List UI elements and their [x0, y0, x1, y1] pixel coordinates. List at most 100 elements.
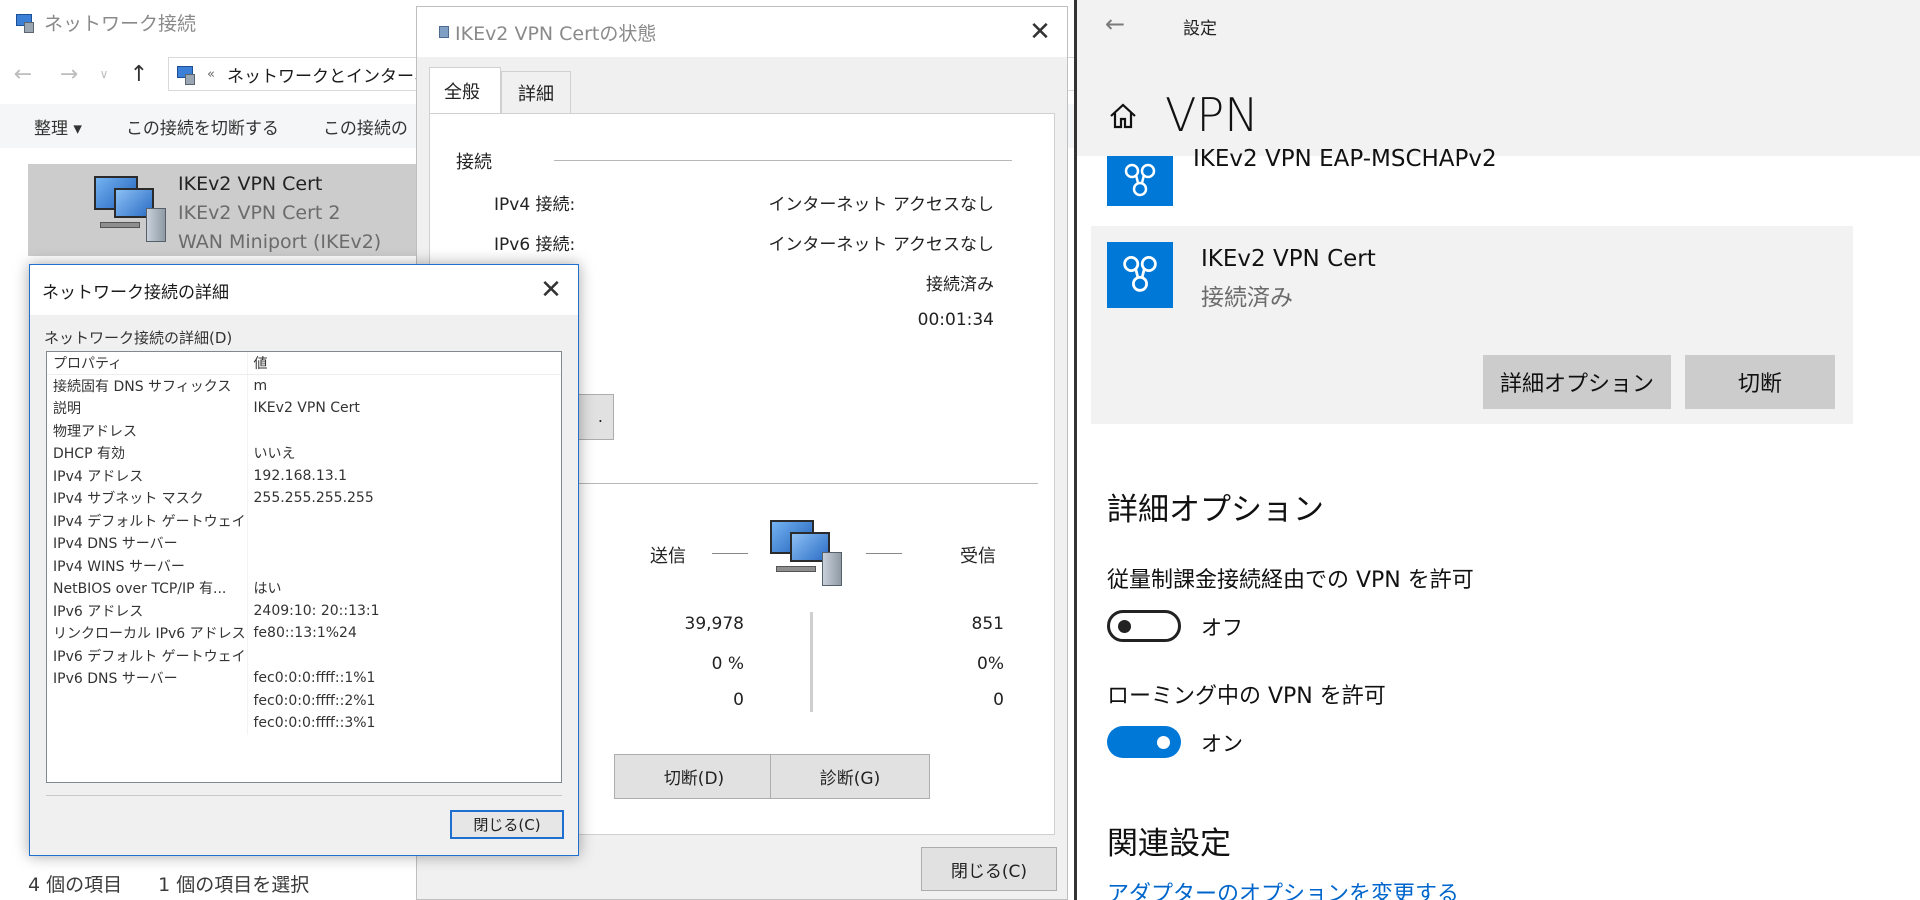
close-icon[interactable]: ✕: [1013, 7, 1067, 57]
advanced-options-heading: 詳細オプション: [1107, 492, 1324, 528]
row-property: IPv4 アドレス: [47, 464, 248, 487]
table-row[interactable]: DHCP 有効 いいえ: [47, 442, 561, 465]
up-arrow-icon[interactable]: ↑: [116, 62, 162, 87]
row-property: DHCP 有効: [47, 442, 248, 465]
row-property: IPv6 アドレス: [47, 599, 248, 622]
disconnect-button[interactable]: 切断(D): [614, 754, 774, 799]
details-button-label: .: [597, 407, 603, 426]
organize-menu[interactable]: 整理 ▾: [34, 114, 82, 139]
settings-disconnect-button[interactable]: 切断: [1685, 355, 1835, 409]
status-tabs: 全般 詳細: [429, 67, 571, 113]
table-row[interactable]: リンクローカル IPv6 アドレス fe80::13:1%24: [47, 622, 561, 645]
vpn-item-name: IKEv2 VPN Cert: [1201, 246, 1376, 272]
metered-state: オフ: [1201, 616, 1243, 640]
vpn-item-cert[interactable]: IKEv2 VPN Cert 接続済み 詳細オプション 切断: [1091, 226, 1853, 424]
table-row[interactable]: 接続固有 DNS サフィックス m: [47, 374, 561, 397]
status-close-button[interactable]: 閉じる(C): [921, 847, 1057, 891]
network-folder-icon: [14, 11, 36, 33]
table-row[interactable]: IPv4 DNS サーバー: [47, 532, 561, 555]
truncated-command[interactable]: この接続の: [323, 114, 408, 139]
tab-general[interactable]: 全般: [429, 67, 501, 113]
disconnect-command[interactable]: この接続を切断する: [126, 114, 279, 139]
table-row[interactable]: IPv4 サブネット マスク 255.255.255.255: [47, 487, 561, 510]
connection-device: IKEv2 VPN Cert 2: [178, 202, 341, 224]
ipv6-connectivity-row: IPv6 接続: インターネット アクセスなし: [494, 230, 994, 255]
page-title: VPN: [1165, 88, 1259, 142]
table-row[interactable]: IPv6 デフォルト ゲートウェイ: [47, 644, 561, 667]
media-state-value: 接続済み: [926, 275, 994, 295]
details-table: プロパティ 値 接続固有 DNS サフィックス m 説明 IKEv2 VPN Cer…: [47, 352, 561, 735]
row-value: [247, 532, 561, 555]
row-value: fe80::13:1%24: [253, 625, 357, 642]
diagnose-button[interactable]: 診断(G): [770, 754, 930, 799]
table-row[interactable]: IPv4 WINS サーバー: [47, 554, 561, 577]
back-arrow-icon[interactable]: ←: [0, 62, 46, 87]
row-value: いいえ: [253, 446, 296, 463]
value-column-header[interactable]: 値: [247, 352, 561, 375]
activity-computer-icon: [766, 512, 846, 592]
details-close-button[interactable]: 閉じる(C): [450, 810, 564, 839]
table-row[interactable]: 物理アドレス: [47, 419, 561, 442]
row-value: 192.168.13.1: [253, 467, 348, 484]
errors-sent: 0: [733, 690, 744, 710]
settings-app-title: 設定: [1183, 19, 1217, 39]
ipv4-connectivity-row: IPv4 接続: インターネット アクセスなし: [494, 190, 994, 215]
roaming-label: ローミング中の VPN を許可: [1107, 684, 1386, 709]
advanced-options-button[interactable]: 詳細オプション: [1483, 355, 1671, 409]
row-property: IPv4 サブネット マスク: [47, 487, 248, 510]
table-row[interactable]: fec0:0:0:ffff::3%1: [47, 712, 561, 735]
activity-column-divider: [810, 612, 813, 712]
settings-header: ← 設定 VPN: [1077, 0, 1920, 156]
details-list[interactable]: プロパティ 値 接続固有 DNS サフィックス m 説明 IKEv2 VPN Cer…: [46, 351, 562, 783]
row-property: 接続固有 DNS サフィックス: [47, 374, 248, 397]
row-value: [247, 510, 561, 533]
vpn-item-name: IKEv2 VPN EAP-MSCHAPv2: [1193, 146, 1497, 172]
network-computer-icon: [90, 168, 170, 248]
table-row[interactable]: NetBIOS over TCP/IP 有... はい: [47, 577, 561, 600]
metered-label: 従量制課金接続経由での VPN を許可: [1107, 568, 1474, 593]
row-property: IPv4 DNS サーバー: [47, 532, 248, 555]
ipv4-value: インターネット アクセスなし: [768, 195, 994, 215]
address-overflow[interactable]: «: [207, 67, 215, 82]
bytes-sent: 39,978: [684, 614, 744, 634]
compression-received: 0%: [977, 654, 1004, 674]
row-property: リンクローカル IPv6 アドレス: [47, 622, 248, 645]
row-property: IPv6 DNS サーバー: [47, 667, 248, 690]
connection-name: IKEv2 VPN Cert: [178, 173, 323, 195]
table-row[interactable]: IPv4 アドレス 192.168.13.1: [47, 464, 561, 487]
row-property: 物理アドレス: [47, 419, 248, 442]
back-arrow-icon[interactable]: ←: [1105, 10, 1125, 38]
item-count: 4 個の項目: [28, 874, 123, 896]
adapter-options-link[interactable]: アダプターのオプションを変更する: [1107, 876, 1459, 900]
table-row[interactable]: IPv4 デフォルト ゲートウェイ: [47, 509, 561, 533]
row-value: fec0:0:0:ffff::2%1: [253, 692, 376, 709]
compression-sent: 0 %: [711, 654, 744, 674]
bytes-received: 851: [971, 614, 1004, 634]
metered-toggle[interactable]: [1107, 610, 1181, 642]
table-row[interactable]: fec0:0:0:ffff::2%1: [47, 689, 561, 712]
close-icon[interactable]: ✕: [524, 265, 578, 315]
recent-chevron-icon[interactable]: ∨: [92, 67, 116, 81]
row-value: m: [253, 378, 268, 394]
row-property: IPv4 WINS サーバー: [47, 554, 248, 577]
table-row[interactable]: IPv6 DNS サーバー fec0:0:0:ffff::1%1: [47, 667, 561, 690]
home-icon[interactable]: [1107, 100, 1139, 132]
connection-tile-ikev2-cert[interactable]: IKEv2 VPN Cert IKEv2 VPN Cert 2 WAN Mini…: [28, 164, 468, 256]
table-row[interactable]: 説明 IKEv2 VPN Cert: [47, 397, 561, 420]
roaming-toggle[interactable]: [1107, 726, 1181, 758]
details-titlebar: ネットワーク接続の詳細 ✕: [30, 265, 578, 315]
group-divider: [554, 160, 1012, 161]
status-window-icon: [439, 26, 449, 38]
forward-arrow-icon[interactable]: →: [46, 62, 92, 87]
tab-details[interactable]: 詳細: [501, 71, 571, 113]
row-value: はい: [253, 581, 282, 598]
row-property: IPv4 デフォルト ゲートウェイ: [47, 509, 248, 532]
roaming-state: オン: [1201, 732, 1243, 756]
vpn-icon: [1107, 242, 1173, 308]
network-details-dialog: ネットワーク接続の詳細 ✕ ネットワーク接続の詳細(D) プロパティ 値 接続固…: [29, 264, 579, 856]
table-row[interactable]: IPv6 アドレス 2409:10: 20::13:1: [47, 599, 561, 622]
property-column-header[interactable]: プロパティ: [47, 352, 248, 375]
connection-group-label: 接続: [456, 152, 492, 173]
status-title: IKEv2 VPN Certの状態: [455, 22, 657, 45]
row-value: IKEv2 VPN Cert: [253, 400, 360, 417]
